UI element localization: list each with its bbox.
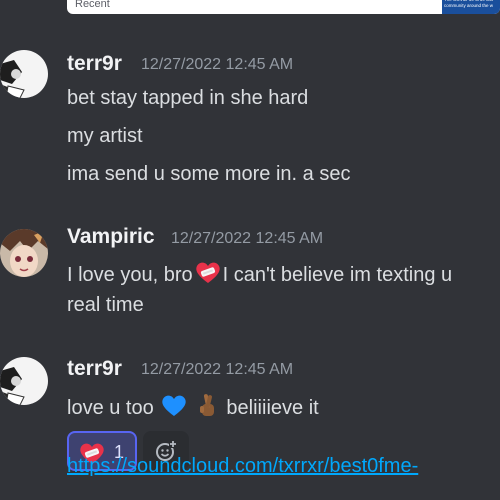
- embed-thumbnail[interactable]: The COVID-19 virus has community around …: [442, 0, 500, 14]
- message-link[interactable]: https://soundcloud.com/txrrxr/best0fme-: [67, 455, 418, 478]
- message-text: real time: [67, 294, 144, 316]
- username[interactable]: Vampiric: [67, 225, 155, 249]
- timestamp: 12/27/2022 12:45 AM: [171, 230, 324, 247]
- message-text: bet stay tapped in she hard: [67, 87, 309, 109]
- message-text: I love you, bro: [67, 264, 193, 286]
- timestamp: 12/27/2022 12:45 AM: [141, 56, 294, 73]
- message-text: beliiiieve it: [226, 397, 319, 419]
- timestamp: 12/27/2022 12:45 AM: [141, 361, 294, 378]
- heart-with-bandage-icon: [195, 261, 221, 291]
- crossed-fingers-icon: [197, 392, 219, 424]
- avatar[interactable]: [0, 357, 48, 405]
- message-text: ima send u some more in. a sec: [67, 163, 351, 185]
- message-text: my artist: [67, 125, 143, 147]
- avatar[interactable]: [0, 50, 48, 98]
- message-text: love u too: [67, 397, 154, 419]
- blue-heart-icon: [161, 394, 187, 424]
- avatar[interactable]: [0, 229, 48, 277]
- message-text: I can't believe im texting u: [222, 264, 453, 286]
- username[interactable]: terr9r: [67, 52, 122, 76]
- message-text-line: I love you, bro I can't believe im textin…: [67, 261, 452, 291]
- username[interactable]: terr9r: [67, 357, 122, 381]
- message-text-line: love u too beliiiieve it: [67, 392, 319, 424]
- chat-screen: Recent The COVID-19 virus has community …: [0, 0, 500, 500]
- link-embed[interactable]: Recent The COVID-19 virus has community …: [67, 0, 500, 14]
- embed-label: Recent: [75, 0, 110, 10]
